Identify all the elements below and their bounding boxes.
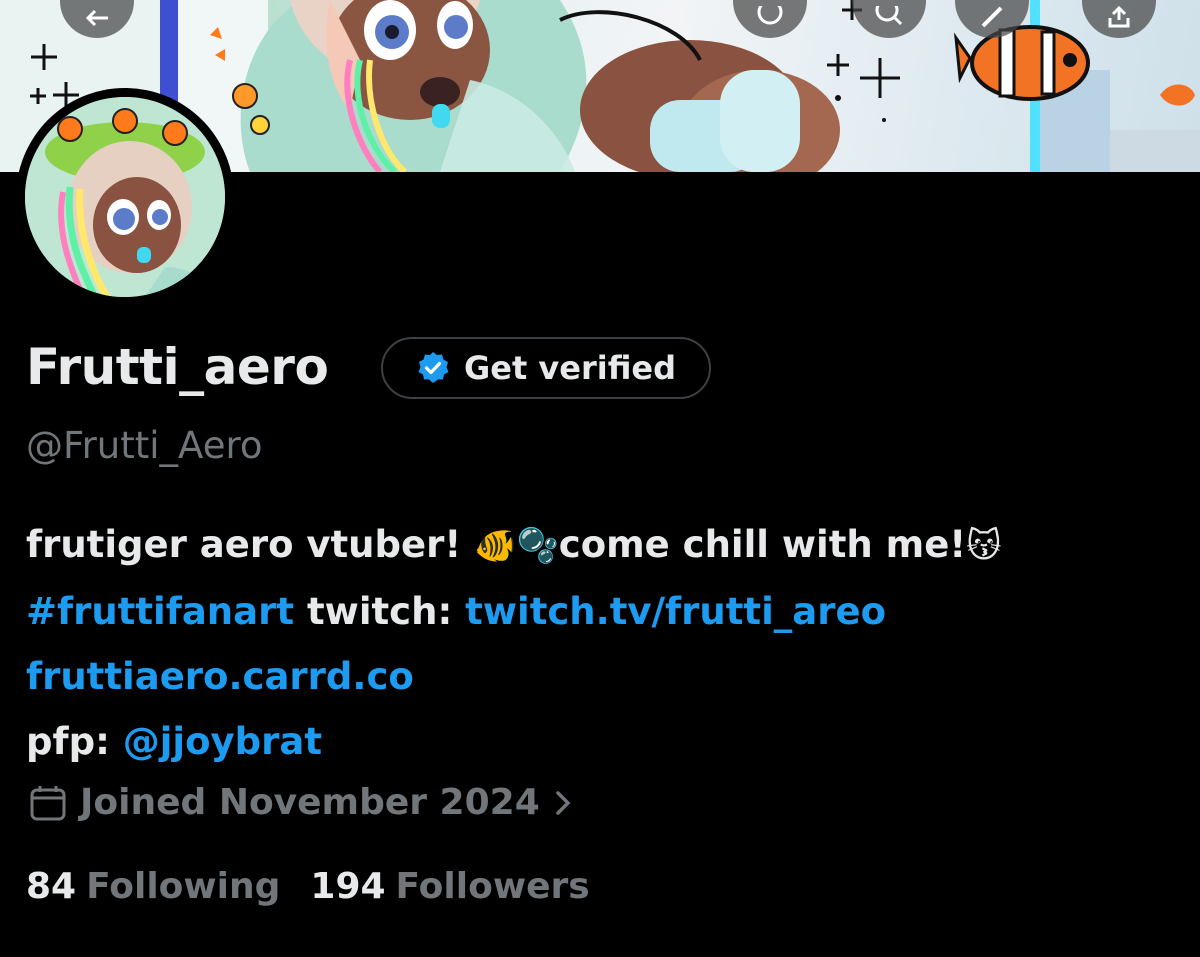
bio-line-1: frutiger aero vtuber! 🐠🫧come chill with … <box>26 512 1176 579</box>
edit-icon <box>981 6 1003 28</box>
following-count: 84 <box>26 866 77 907</box>
following-stat[interactable]: 84 Following <box>26 866 280 907</box>
carrd-link[interactable]: fruttiaero.carrd.co <box>26 655 414 698</box>
followers-label: Followers <box>395 866 590 907</box>
joined-date-row[interactable]: Joined November 2024 <box>28 782 574 823</box>
profile-avatar[interactable] <box>16 88 234 306</box>
following-label: Following <box>86 866 281 907</box>
calendar-icon <box>30 785 66 820</box>
avatar-image <box>25 97 225 297</box>
profile-bio: frutiger aero vtuber! 🐠🫧come chill with … <box>26 512 1176 774</box>
follow-stats: 84 Following 194 Followers <box>26 866 590 907</box>
verified-badge-icon <box>418 352 449 383</box>
back-arrow-icon <box>85 9 108 27</box>
twitch-label: twitch: <box>294 590 466 633</box>
chevron-right-icon <box>556 790 571 815</box>
user-handle: @Frutti_Aero <box>26 424 263 467</box>
bio-line-2: #fruttifanart twitch: twitch.tv/frutti_a… <box>26 579 1176 644</box>
followers-count: 194 <box>310 866 386 907</box>
bio-text: frutiger aero vtuber! <box>26 523 475 566</box>
bio-emoji-end: 😽 <box>966 526 1002 566</box>
joined-date-text: Joined November 2024 <box>80 782 540 823</box>
followers-stat[interactable]: 194 Followers <box>310 866 589 907</box>
bio-line-3: fruttiaero.carrd.co <box>26 644 1176 709</box>
bio-emojis: 🐠🫧 <box>474 526 559 566</box>
search-icon <box>875 6 903 26</box>
pfp-mention-link[interactable]: @jjoybrat <box>123 720 322 763</box>
bio-text-2: come chill with me! <box>558 523 967 566</box>
grok-icon <box>757 6 783 25</box>
bio-line-4: pfp: @jjoybrat <box>26 709 1176 774</box>
get-verified-button[interactable]: Get verified <box>381 337 711 399</box>
twitch-link[interactable]: twitch.tv/frutti_areo <box>465 590 886 633</box>
display-name: Frutti_aero <box>26 338 329 396</box>
pfp-label: pfp: <box>26 720 123 763</box>
hashtag-link[interactable]: #fruttifanart <box>26 590 294 633</box>
get-verified-label: Get verified <box>463 349 677 387</box>
share-icon <box>1108 6 1130 28</box>
